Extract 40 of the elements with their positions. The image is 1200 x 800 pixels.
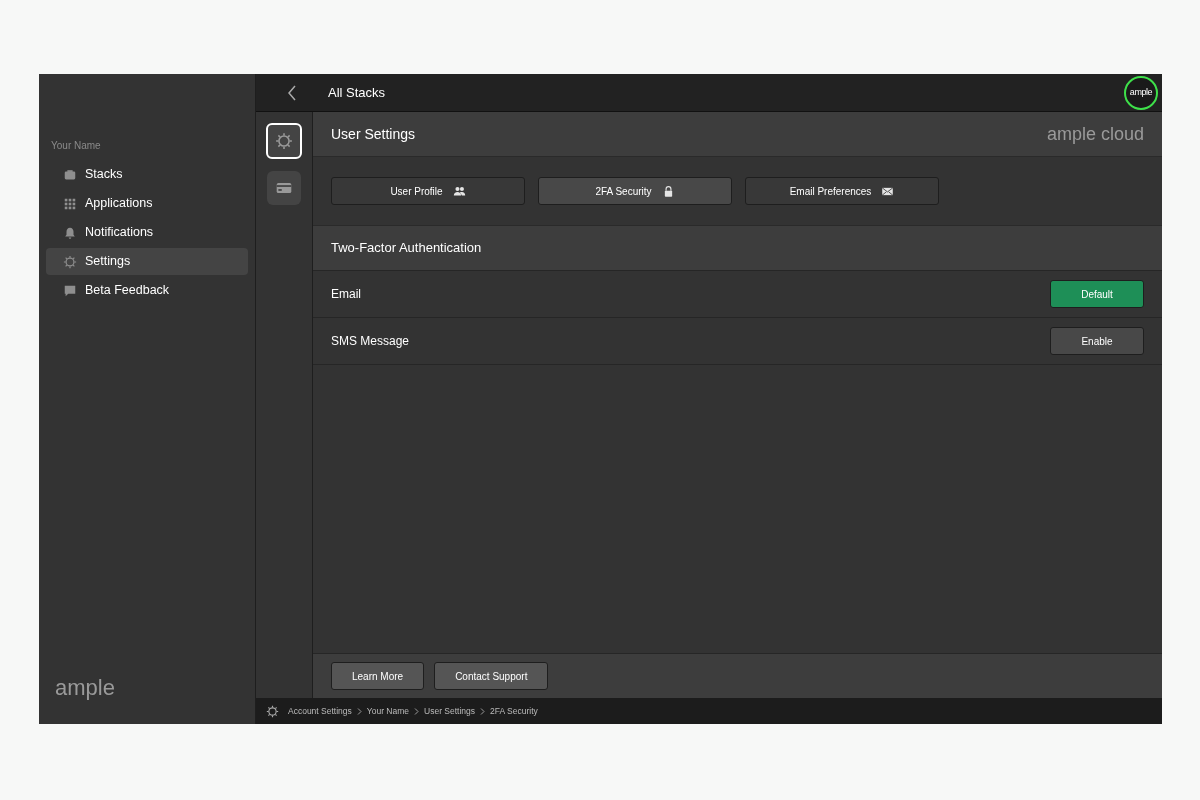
chevron-icon (414, 707, 419, 715)
tab[interactable]: Email Preferences (745, 177, 939, 205)
brand-logo: ample cloud (1046, 122, 1144, 146)
sidebar-item[interactable]: Applications (46, 190, 248, 217)
default-button[interactable]: Default (1050, 280, 1144, 308)
breadcrumb-link[interactable]: Your Name (366, 704, 409, 718)
method-label: Email (331, 286, 361, 303)
sidebar-item[interactable]: Notifications (46, 219, 248, 246)
tab[interactable]: User Profile (331, 177, 525, 205)
learn-more-button[interactable]: Learn More (331, 662, 425, 690)
contact-support-button[interactable]: Contact Support (434, 662, 549, 690)
user-name: Your Name (50, 139, 102, 153)
section-title: Two-Factor Authentication (313, 226, 1162, 271)
rail-tab[interactable] (266, 123, 302, 159)
method-label: SMS Message (331, 333, 410, 350)
sidebar-item[interactable]: Beta Feedback (46, 277, 248, 304)
settings-icon (266, 704, 279, 718)
section-title: User Settings (331, 124, 416, 144)
chevron-left-icon (287, 84, 297, 101)
account-avatar[interactable]: ample (1124, 75, 1158, 110)
page-title: All Stacks (328, 83, 386, 102)
breadcrumb-link[interactable]: 2FA Security (490, 704, 538, 718)
speech-bubble-icon (63, 283, 77, 298)
brand-logo: ample (54, 674, 116, 702)
bell-icon (63, 225, 77, 240)
envelope-icon (881, 184, 895, 198)
rail-tab[interactable] (267, 171, 301, 205)
briefcase-icon (63, 167, 77, 182)
settings-icon (275, 132, 293, 150)
chevron-icon (480, 707, 486, 715)
people-icon (452, 184, 466, 198)
settings-icon (63, 254, 77, 269)
chevron-icon (356, 707, 362, 715)
breadcrumb-link[interactable]: Account Settings (288, 704, 352, 718)
enable-button[interactable]: Enable (1050, 327, 1144, 355)
sidebar-item[interactable]: Stacks (46, 161, 248, 188)
breadcrumb-link[interactable]: User Settings (424, 704, 476, 718)
tab[interactable]: 2FA Security (538, 177, 732, 205)
sidebar-item[interactable]: Settings (46, 248, 248, 275)
grid-icon (63, 196, 77, 211)
